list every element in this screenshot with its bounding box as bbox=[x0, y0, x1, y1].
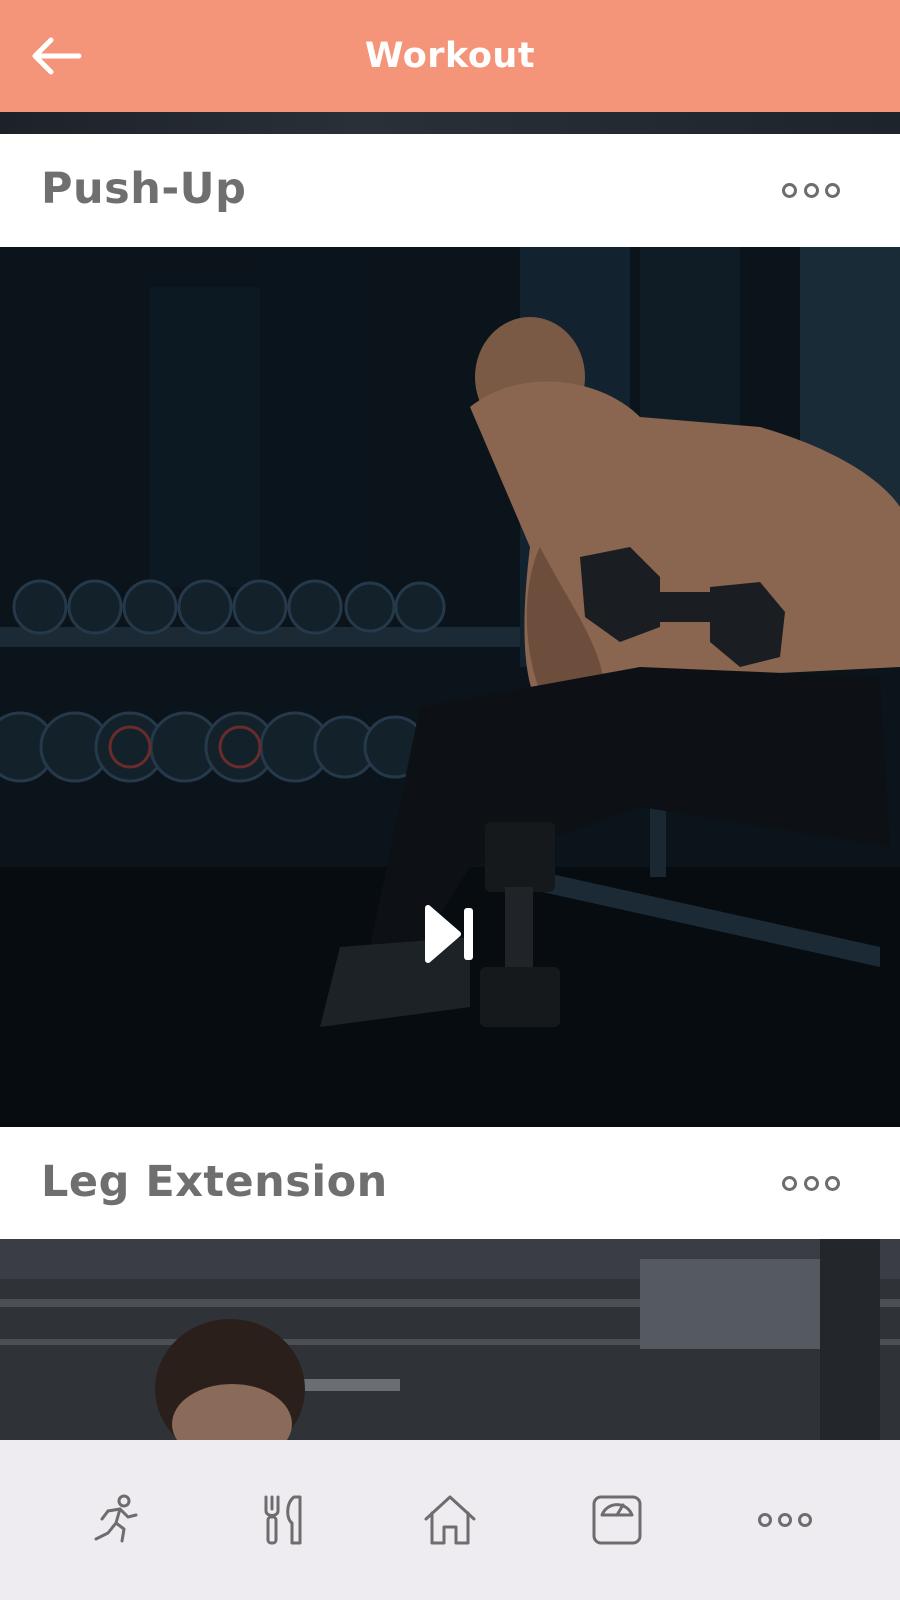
home-icon bbox=[424, 1495, 476, 1545]
arrow-left-icon bbox=[32, 37, 82, 75]
workout-video-image bbox=[0, 247, 900, 1127]
fork-knife-icon bbox=[264, 1495, 302, 1545]
nav-home[interactable] bbox=[415, 1488, 485, 1552]
workout-options-button[interactable] bbox=[782, 1167, 840, 1199]
workout-title: Push-Up bbox=[41, 164, 247, 214]
previous-card-image-edge bbox=[0, 112, 900, 134]
workout-card-header: Leg Extension bbox=[0, 1127, 900, 1239]
bottom-navigation bbox=[0, 1440, 900, 1600]
scale-icon bbox=[592, 1495, 642, 1545]
workout-options-button[interactable] bbox=[782, 174, 840, 206]
nav-workout[interactable] bbox=[80, 1488, 150, 1552]
running-icon bbox=[94, 1494, 138, 1543]
more-horizontal-icon bbox=[782, 182, 797, 198]
nav-nutrition[interactable] bbox=[248, 1488, 318, 1552]
workout-video-image bbox=[0, 1239, 900, 1440]
workout-card-header: Push-Up bbox=[0, 134, 900, 246]
play-pause-icon[interactable] bbox=[424, 904, 476, 964]
nav-more[interactable] bbox=[750, 1488, 820, 1552]
app-bar: Workout bbox=[0, 0, 900, 112]
workout-video[interactable] bbox=[0, 247, 900, 1127]
more-horizontal-icon bbox=[782, 1175, 797, 1191]
workout-title: Leg Extension bbox=[41, 1157, 388, 1207]
nav-weight[interactable] bbox=[582, 1488, 652, 1552]
workout-video[interactable] bbox=[0, 1239, 900, 1440]
back-button[interactable] bbox=[26, 30, 86, 82]
more-horizontal-icon bbox=[758, 1513, 772, 1527]
page-title: Workout bbox=[364, 36, 536, 76]
